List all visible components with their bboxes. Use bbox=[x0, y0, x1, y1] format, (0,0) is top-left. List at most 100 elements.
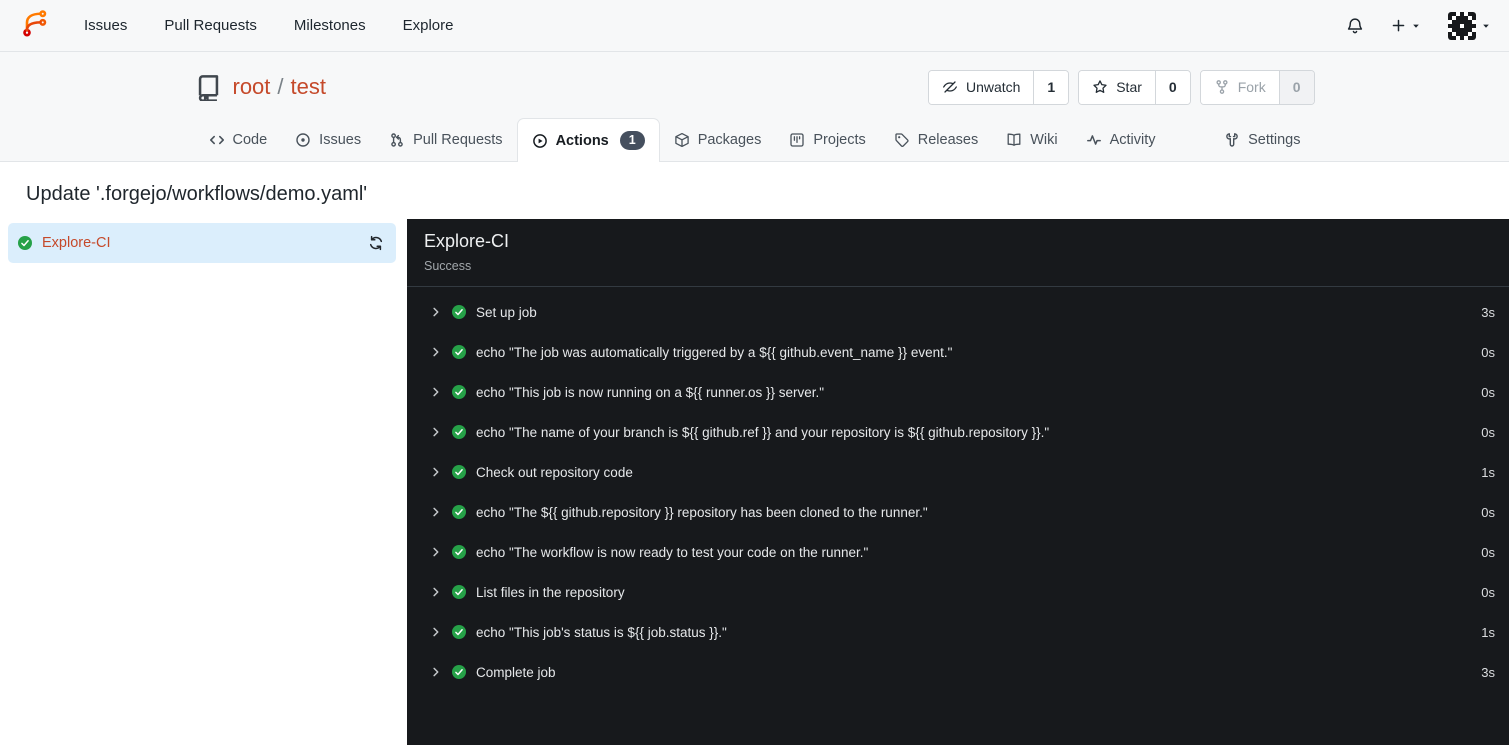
repo-icon bbox=[195, 74, 222, 101]
avatar bbox=[1448, 11, 1476, 40]
success-check-icon bbox=[17, 235, 33, 251]
step-duration: 3s bbox=[1481, 304, 1495, 320]
tab-label: Wiki bbox=[1030, 132, 1058, 148]
package-icon bbox=[674, 132, 690, 148]
chevron-right-icon bbox=[430, 346, 442, 358]
run-title: Update '.forgejo/workflows/demo.yaml' bbox=[26, 183, 368, 205]
success-check-icon bbox=[451, 424, 467, 440]
chevron-right-icon bbox=[430, 546, 442, 558]
steps-list: Set up job 3s echo "The job was automati… bbox=[407, 287, 1509, 697]
main-content: Update '.forgejo/workflows/demo.yaml' Ex… bbox=[0, 162, 1509, 745]
chevron-right-icon bbox=[430, 666, 442, 678]
notifications-button[interactable] bbox=[1346, 17, 1364, 35]
step-row[interactable]: echo "The ${{ github.repository }} repos… bbox=[419, 492, 1502, 532]
tools-icon bbox=[1224, 132, 1240, 148]
fork-icon bbox=[1214, 79, 1230, 95]
tab-pull-requests[interactable]: Pull Requests bbox=[375, 118, 516, 162]
success-check-icon bbox=[451, 384, 467, 400]
refresh-icon bbox=[368, 235, 384, 251]
repo-action-button[interactable]: Unwatch bbox=[928, 70, 1034, 104]
success-check-icon bbox=[451, 544, 467, 560]
navbar-link-milestones[interactable]: Milestones bbox=[294, 17, 366, 34]
tab-settings[interactable]: Settings bbox=[1210, 118, 1314, 162]
repo-action-label: Star bbox=[1116, 79, 1142, 95]
repo-action-label: Fork bbox=[1237, 79, 1266, 95]
tab-projects[interactable]: Projects bbox=[775, 118, 879, 162]
play-circle-icon bbox=[532, 133, 548, 149]
navbar-right bbox=[1346, 11, 1491, 40]
job-log-header: Explore-CI Success bbox=[407, 219, 1509, 287]
step-row[interactable]: Complete job 3s bbox=[419, 652, 1502, 692]
rerun-button[interactable] bbox=[368, 235, 384, 251]
project-icon bbox=[789, 132, 805, 148]
chevron-down-icon bbox=[1411, 21, 1421, 31]
step-duration: 0s bbox=[1481, 344, 1495, 360]
create-new-button[interactable] bbox=[1391, 18, 1421, 33]
repo-title: root / test bbox=[233, 74, 327, 100]
step-duration: 0s bbox=[1481, 504, 1495, 520]
step-duration: 3s bbox=[1481, 664, 1495, 680]
repo-owner-link[interactable]: root bbox=[233, 74, 271, 100]
step-row[interactable]: List files in the repository 0s bbox=[419, 572, 1502, 612]
tab-label: Issues bbox=[319, 132, 362, 148]
chevron-right-icon bbox=[430, 466, 442, 478]
step-row[interactable]: echo "The workflow is now ready to test … bbox=[419, 532, 1502, 572]
issue-icon bbox=[295, 132, 311, 148]
step-duration: 1s bbox=[1481, 464, 1495, 480]
step-name: echo "The job was automatically triggere… bbox=[476, 344, 953, 360]
repo-action-count[interactable]: 0 bbox=[1278, 70, 1314, 104]
tab-releases[interactable]: Releases bbox=[880, 118, 992, 162]
repo-action-count[interactable]: 1 bbox=[1033, 70, 1069, 104]
success-check-icon bbox=[451, 464, 467, 480]
step-duration: 0s bbox=[1481, 424, 1495, 440]
tab-actions[interactable]: Actions 1 bbox=[516, 118, 660, 162]
step-duration: 0s bbox=[1481, 384, 1495, 400]
step-row[interactable]: echo "The job was automatically triggere… bbox=[419, 332, 1502, 372]
step-name: echo "The workflow is now ready to test … bbox=[476, 544, 869, 560]
step-row[interactable]: echo "This job is now running on a ${{ r… bbox=[419, 372, 1502, 412]
tag-icon bbox=[894, 132, 910, 148]
jobs-sidebar: Explore-CI bbox=[0, 219, 407, 745]
tab-code[interactable]: Code bbox=[195, 118, 282, 162]
star-icon bbox=[1092, 79, 1108, 95]
tab-label: Settings bbox=[1248, 132, 1301, 148]
home-link[interactable] bbox=[20, 8, 50, 43]
repo-name-link[interactable]: test bbox=[291, 74, 326, 100]
step-row[interactable]: echo "This job's status is ${{ job.statu… bbox=[419, 612, 1502, 652]
navbar-link-explore[interactable]: Explore bbox=[403, 17, 454, 34]
repo-header: root / test Unwatch 1 Star 0 Fork 0 Code… bbox=[0, 52, 1509, 162]
success-check-icon bbox=[451, 584, 467, 600]
tab-packages[interactable]: Packages bbox=[660, 118, 776, 162]
success-check-icon bbox=[451, 664, 467, 680]
navbar-link-pull-requests[interactable]: Pull Requests bbox=[164, 17, 257, 34]
repo-action-fork: Fork 0 bbox=[1199, 69, 1315, 105]
tab-activity[interactable]: Activity bbox=[1072, 118, 1170, 162]
repo-action-button[interactable]: Star bbox=[1079, 70, 1155, 104]
navbar-link-issues[interactable]: Issues bbox=[84, 17, 127, 34]
step-name: echo "This job's status is ${{ job.statu… bbox=[476, 624, 727, 640]
tab-wiki[interactable]: Wiki bbox=[992, 118, 1071, 162]
step-row[interactable]: echo "The name of your branch is ${{ git… bbox=[419, 412, 1502, 452]
repo-action-button[interactable]: Fork bbox=[1200, 70, 1279, 104]
tab-label: Projects bbox=[813, 132, 866, 148]
repo-action-star: Star 0 bbox=[1078, 69, 1191, 105]
tab-label: Activity bbox=[1109, 132, 1156, 148]
step-row[interactable]: Set up job 3s bbox=[419, 292, 1502, 332]
step-duration: 0s bbox=[1481, 584, 1495, 600]
user-menu-button[interactable] bbox=[1448, 11, 1491, 40]
step-name: List files in the repository bbox=[476, 584, 625, 600]
repo-separator: / bbox=[277, 74, 284, 99]
repo-action-count[interactable]: 0 bbox=[1154, 70, 1190, 104]
tab-label: Packages bbox=[697, 132, 762, 148]
step-row[interactable]: Check out repository code 1s bbox=[419, 452, 1502, 492]
chevron-right-icon bbox=[430, 586, 442, 598]
success-check-icon bbox=[451, 504, 467, 520]
book-icon bbox=[1006, 132, 1022, 148]
success-check-icon bbox=[451, 344, 467, 360]
job-item-explore-ci[interactable]: Explore-CI bbox=[8, 223, 396, 263]
repo-action-label: Unwatch bbox=[965, 79, 1021, 95]
chevron-right-icon bbox=[430, 426, 442, 438]
chevron-down-icon bbox=[1481, 21, 1491, 31]
tab-issues[interactable]: Issues bbox=[281, 118, 375, 162]
step-duration: 1s bbox=[1481, 624, 1495, 640]
